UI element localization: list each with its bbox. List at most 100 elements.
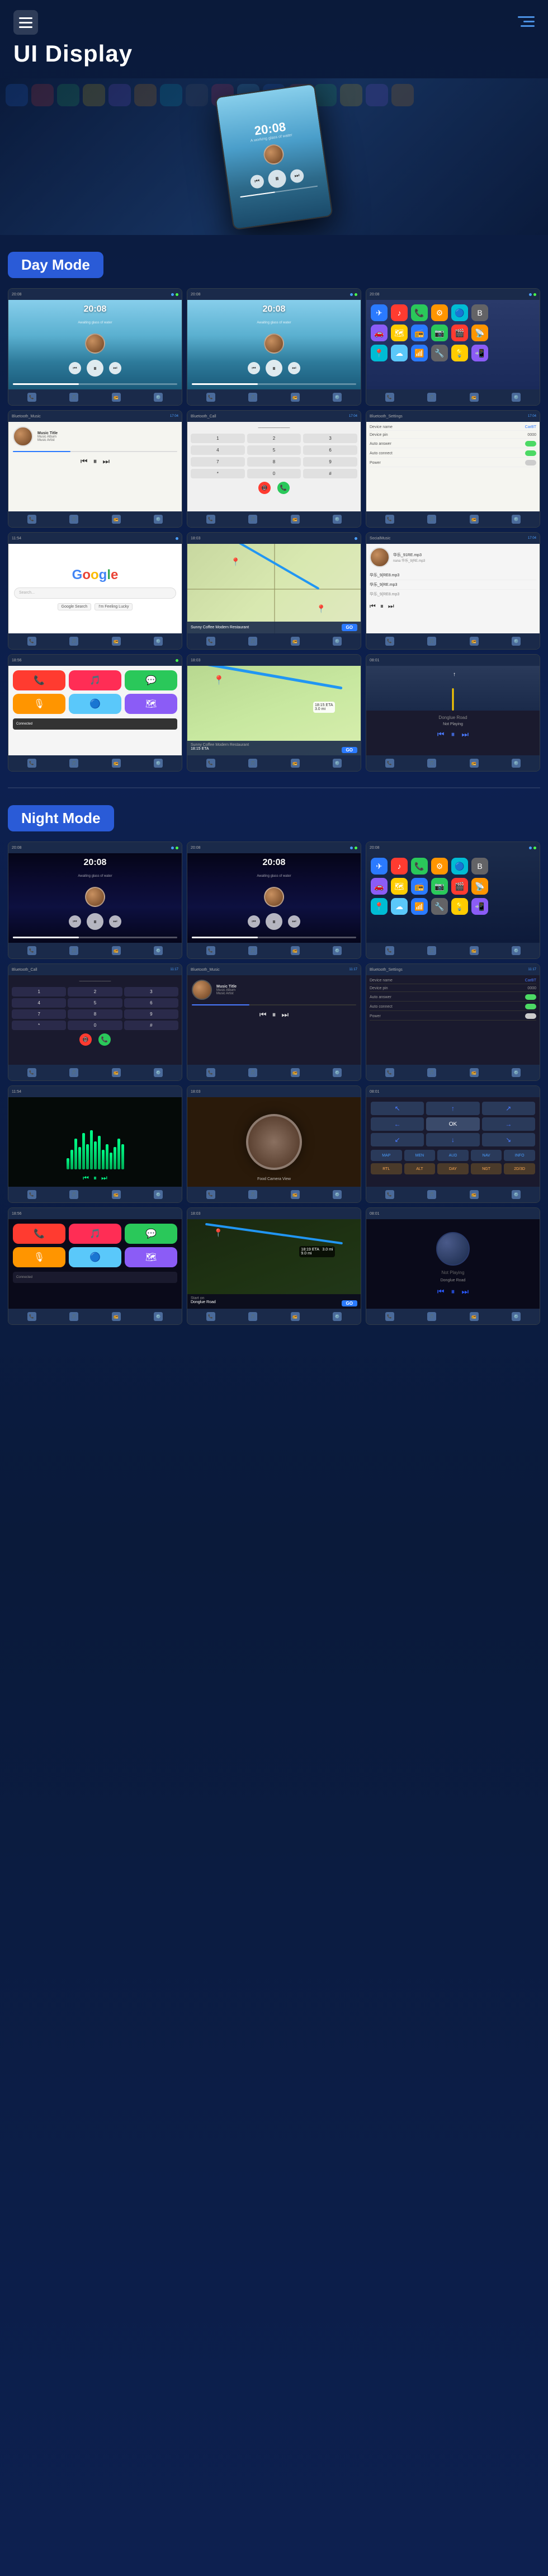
night-app-settings[interactable]: ⚙ <box>431 858 448 875</box>
nav-fn-2[interactable]: MEN <box>404 1150 436 1161</box>
local-next[interactable]: ⏭ <box>388 602 394 610</box>
app-connect[interactable]: 📲 <box>471 345 488 361</box>
app-video[interactable]: 🎬 <box>451 325 468 341</box>
key-1[interactable]: 1 <box>191 434 245 443</box>
night-video[interactable]: 🎬 <box>451 878 468 895</box>
nav-arrow-upleft[interactable]: ↖ <box>371 1102 424 1115</box>
nav-arrow-right[interactable]: → <box>482 1117 535 1131</box>
ios-music-app[interactable]: 🎵 <box>69 670 121 690</box>
np-prev-icon[interactable]: ⏮ <box>437 730 445 739</box>
app-telegram[interactable]: ✈ <box>371 304 388 321</box>
bt-settings-screen[interactable]: Bluetooth_Settings 17:04 Device name Car… <box>366 410 540 528</box>
night-camera[interactable]: 📷 <box>431 878 448 895</box>
app-settings[interactable]: ⚙ <box>431 304 448 321</box>
key-star[interactable]: * <box>191 469 245 478</box>
key-9[interactable]: 9 <box>303 457 357 467</box>
night-answer-btn[interactable]: 📞 <box>98 1033 111 1046</box>
key-3[interactable]: 3 <box>303 434 357 443</box>
call-end-btn[interactable]: 📵 <box>258 482 271 494</box>
night-bt-music-screen[interactable]: Bluetooth_Music 11:17 Music Title Music … <box>187 963 361 1081</box>
app-weather[interactable]: ☁ <box>391 345 408 361</box>
ios-waze-app[interactable]: 🔵 <box>69 694 121 714</box>
key-6[interactable]: 6 <box>303 445 357 455</box>
nav-fn-5[interactable]: INFO <box>504 1150 535 1161</box>
night-app-telegram[interactable]: ✈ <box>371 858 388 875</box>
local-item-3[interactable]: 华乐_9{RE8.mp3 <box>370 590 536 599</box>
bt-play[interactable]: ⏸ <box>93 457 97 466</box>
food-camera-screen[interactable]: 18:03 Food Camera View 📞 🎵 📻 ⚙️ <box>187 1085 361 1203</box>
nav-extra-1[interactable]: RTL <box>371 1163 402 1174</box>
night-app-waze[interactable]: 🔵 <box>451 858 468 875</box>
app-gps[interactable]: 📍 <box>371 345 388 361</box>
app-waze[interactable]: 🔵 <box>451 304 468 321</box>
night-app-grid-screen[interactable]: 20:08 ✈ ♪ 📞 ⚙ 🔵 B <box>366 842 540 959</box>
night-bt-play[interactable]: ⏸ <box>272 1010 276 1019</box>
night-tools[interactable]: 🔧 <box>431 898 448 915</box>
nav-arrow-downright[interactable]: ↘ <box>482 1133 535 1146</box>
nav-arrow-left[interactable]: ← <box>371 1117 424 1131</box>
night-app-bt[interactable]: B <box>471 858 488 875</box>
night-app-phone[interactable]: 📞 <box>411 858 428 875</box>
local-prev[interactable]: ⏮ <box>370 602 376 610</box>
app-signal[interactable]: 📶 <box>411 345 428 361</box>
night-ios-maps[interactable]: 🗺 <box>125 1247 177 1267</box>
next-btn-2[interactable]: ⏭ <box>288 362 300 374</box>
night-carplay[interactable]: 🚗 <box>371 878 388 895</box>
prev-btn-1[interactable]: ⏮ <box>69 362 81 374</box>
night-auto-connect-toggle[interactable] <box>525 1004 536 1009</box>
night-key-4[interactable]: 4 <box>12 998 66 1008</box>
app-phone[interactable]: 📞 <box>411 304 428 321</box>
call-answer-btn[interactable]: 📞 <box>277 482 290 494</box>
night-bt-call-screen[interactable]: Bluetooth_Call 11:17 ────────── 1 2 3 4 … <box>8 963 182 1081</box>
nav-go-button[interactable]: GO <box>342 624 357 631</box>
nav-fn-1[interactable]: MAP <box>371 1150 402 1161</box>
nav-arrow-down[interactable]: ↓ <box>426 1133 479 1146</box>
night-end-btn[interactable]: 📵 <box>79 1033 92 1046</box>
night-weather[interactable]: ☁ <box>391 898 408 915</box>
large-nav-go[interactable]: GO <box>342 747 357 753</box>
day-music-screen-2[interactable]: 20:08 20:08 Awaiting glass of water ⏮ ⏸ … <box>187 288 361 406</box>
local-item-2[interactable]: 华乐_9{RE.mp3 <box>370 580 536 590</box>
hero-next-btn[interactable]: ⏭ <box>290 168 305 184</box>
np-play-icon[interactable]: ⏸ <box>451 730 455 739</box>
key-8[interactable]: 8 <box>247 457 301 467</box>
prev-btn-2[interactable]: ⏮ <box>248 362 260 374</box>
key-hash[interactable]: # <box>303 469 357 478</box>
key-0[interactable]: 0 <box>247 469 301 478</box>
app-carplay[interactable]: 🚗 <box>371 325 388 341</box>
night-np-prev[interactable]: ⏮ <box>437 1287 445 1296</box>
night-key-1[interactable]: 1 <box>12 987 66 996</box>
night-music-screen-2[interactable]: 20:08 20:08 Awaiting glass of water ⏮ ⏸ … <box>187 842 361 959</box>
app-camera[interactable]: 📷 <box>431 325 448 341</box>
night-key-5[interactable]: 5 <box>68 998 122 1008</box>
night-np-next[interactable]: ⏭ <box>462 1287 469 1296</box>
app-tools[interactable]: 🔧 <box>431 345 448 361</box>
night-key-star[interactable]: * <box>12 1021 66 1030</box>
night-ios-waze[interactable]: 🔵 <box>69 1247 121 1267</box>
night-power-toggle[interactable] <box>525 1013 536 1019</box>
nav-menu-button[interactable] <box>518 16 535 29</box>
night-np-play[interactable]: ⏸ <box>451 1287 455 1296</box>
night-key-hash[interactable]: # <box>124 1021 178 1030</box>
night-light[interactable]: 💡 <box>451 898 468 915</box>
bt-music-screen[interactable]: Bluetooth_Music 17:04 Music Title Music … <box>8 410 182 528</box>
nav-fn-4[interactable]: NAV <box>471 1150 502 1161</box>
now-playing-screen[interactable]: 08:01 ↑ Donglue Road Not Playing ⏮ ⏸ <box>366 654 540 772</box>
night-bt-settings-screen[interactable]: Bluetooth_Settings 11:17 Device name Car… <box>366 963 540 1081</box>
auto-connect-toggle[interactable] <box>525 450 536 456</box>
night-waveform-screen[interactable]: 11:54 <box>8 1085 182 1203</box>
night-key-3[interactable]: 3 <box>124 987 178 996</box>
hero-prev-btn[interactable]: ⏮ <box>249 174 264 189</box>
night-next-2[interactable]: ⏭ <box>288 915 300 928</box>
wave-play[interactable]: ⏸ <box>93 1174 97 1182</box>
night-signal[interactable]: 📶 <box>411 898 428 915</box>
auto-answer-toggle[interactable] <box>525 441 536 446</box>
nav-extra-4[interactable]: NGT <box>471 1163 502 1174</box>
app-radio[interactable]: 📻 <box>411 325 428 341</box>
day-app-grid-screen[interactable]: 20:08 ✈ ♪ 📞 ⚙ 🔵 B <box>366 288 540 406</box>
ios-maps-app[interactable]: 🗺 <box>125 694 177 714</box>
night-bt-next[interactable]: ⏭ <box>282 1010 289 1019</box>
app-dvr[interactable]: 📡 <box>471 325 488 341</box>
key-7[interactable]: 7 <box>191 457 245 467</box>
google-search-btn[interactable]: Google Search <box>58 603 92 610</box>
